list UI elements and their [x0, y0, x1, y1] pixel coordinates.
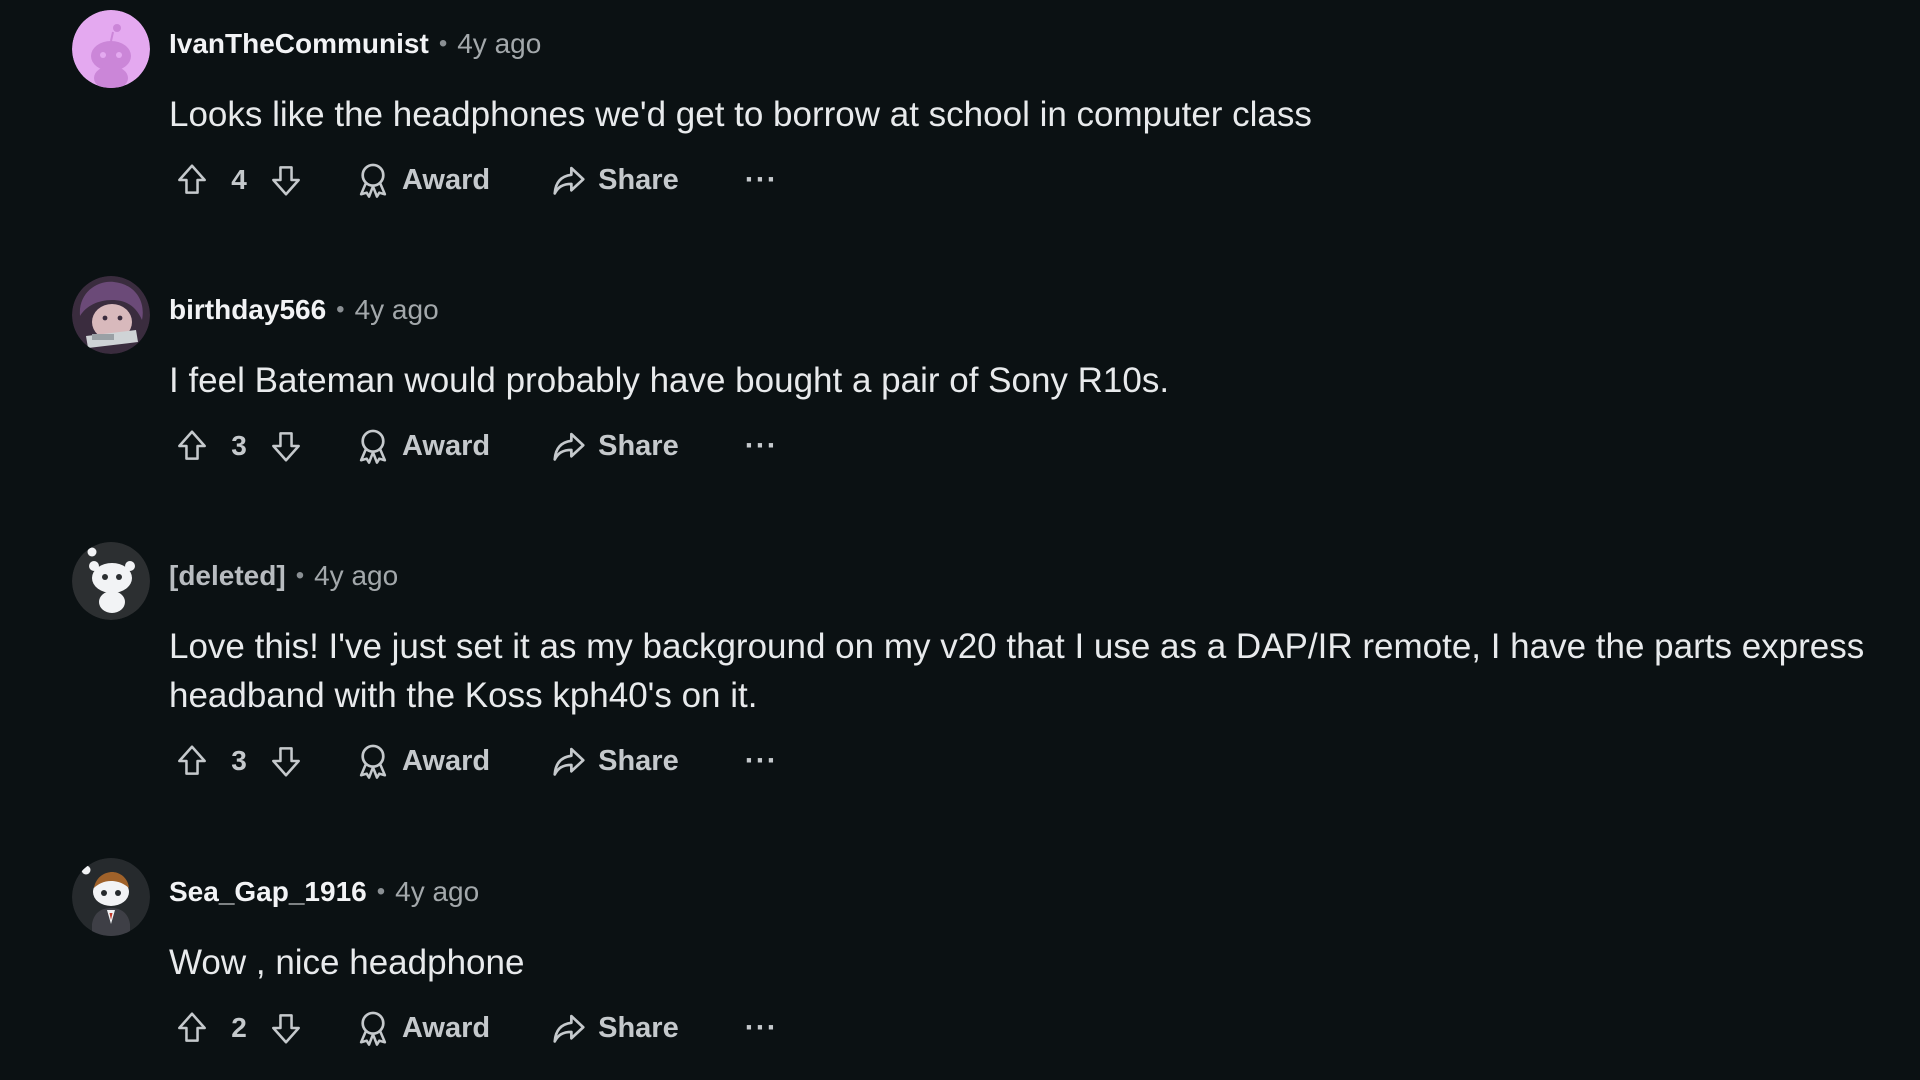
comment-meta: IvanTheCommunist • 4y ago	[169, 24, 541, 64]
user-avatar[interactable]	[72, 542, 150, 620]
comment-actions: 3 Award Share ···	[169, 421, 784, 471]
arrow-down-icon	[272, 166, 300, 196]
snoo-suit-avatar-icon	[72, 858, 150, 936]
deleted-snoo-avatar-icon	[72, 542, 150, 620]
downvote-button[interactable]	[263, 1005, 309, 1051]
upvote-button[interactable]	[169, 423, 215, 469]
share-button[interactable]: Share	[550, 1003, 679, 1053]
share-button[interactable]: Share	[550, 421, 679, 471]
upvote-button[interactable]	[169, 1005, 215, 1051]
username[interactable]: IvanTheCommunist	[169, 28, 429, 60]
comment-thread: IvanTheCommunist • 4y ago Looks like the…	[0, 0, 1920, 1080]
share-label: Share	[598, 163, 679, 196]
share-arrow-icon	[553, 166, 585, 195]
separator-dot: •	[295, 562, 305, 589]
timestamp[interactable]: 4y ago	[457, 28, 541, 60]
award-label: Award	[402, 1011, 491, 1044]
award-ribbon-icon	[359, 1011, 387, 1046]
timestamp[interactable]: 4y ago	[395, 876, 479, 908]
share-label: Share	[598, 429, 679, 462]
award-ribbon-icon	[359, 163, 387, 198]
username[interactable]: Sea_Gap_1916	[169, 876, 367, 908]
arrow-down-icon	[272, 432, 300, 462]
username: [deleted]	[169, 560, 286, 591]
user-avatar[interactable]	[72, 276, 150, 354]
upvote-button[interactable]	[169, 157, 215, 203]
share-button[interactable]: Share	[550, 736, 679, 786]
user-avatar[interactable]	[72, 10, 150, 88]
arrow-up-icon	[178, 1012, 206, 1042]
share-arrow-icon	[553, 747, 585, 776]
award-button[interactable]: Award	[354, 421, 490, 471]
comment-actions: 2 Award Share ···	[169, 1003, 784, 1053]
vote-score: 3	[231, 430, 247, 461]
comment-meta: birthday566 • 4y ago	[169, 290, 439, 330]
more-options-button[interactable]: ···	[739, 160, 784, 200]
arrow-down-icon	[272, 1014, 300, 1044]
downvote-button[interactable]	[263, 423, 309, 469]
more-options-button[interactable]: ···	[739, 426, 784, 466]
timestamp[interactable]: 4y ago	[314, 560, 398, 592]
vote-score: 2	[231, 1012, 247, 1043]
share-label: Share	[598, 744, 679, 777]
pink-snoo-avatar-icon	[72, 10, 150, 88]
comment-actions: 3 Award Share ···	[169, 736, 784, 786]
comment-text: Wow , nice headphone	[169, 943, 525, 982]
vote-score: 4	[231, 164, 247, 195]
comment-text: I feel Bateman would probably have bough…	[169, 361, 1170, 400]
comment-meta: [deleted] • 4y ago	[169, 556, 398, 596]
award-label: Award	[402, 429, 491, 462]
award-button[interactable]: Award	[354, 736, 490, 786]
arrow-down-icon	[272, 747, 300, 777]
vote-score: 3	[231, 745, 247, 776]
separator-dot: •	[438, 30, 448, 57]
award-ribbon-icon	[359, 744, 387, 779]
share-arrow-icon	[553, 1014, 585, 1043]
share-arrow-icon	[553, 432, 585, 461]
downvote-button[interactable]	[263, 738, 309, 784]
separator-dot: •	[376, 878, 386, 905]
award-label: Award	[402, 163, 491, 196]
award-ribbon-icon	[359, 429, 387, 464]
comment-meta: Sea_Gap_1916 • 4y ago	[169, 872, 479, 912]
username[interactable]: birthday566	[169, 294, 326, 326]
award-label: Award	[402, 744, 491, 777]
upvote-button[interactable]	[169, 738, 215, 784]
comment-actions: 4 Award Share ···	[169, 155, 784, 205]
separator-dot: •	[336, 296, 345, 323]
share-label: Share	[598, 1011, 679, 1044]
arrow-up-icon	[178, 745, 206, 775]
comment-text: Looks like the headphones we'd get to bo…	[169, 95, 1312, 134]
more-options-button[interactable]: ···	[739, 1008, 784, 1048]
comment-text: Love this! I've just set it as my backgr…	[169, 627, 1865, 715]
arrow-up-icon	[178, 164, 206, 194]
anime-character-avatar-icon	[72, 276, 150, 354]
arrow-up-icon	[178, 430, 206, 460]
share-button[interactable]: Share	[550, 155, 679, 205]
timestamp[interactable]: 4y ago	[355, 294, 439, 326]
award-button[interactable]: Award	[354, 1003, 490, 1053]
user-avatar[interactable]	[72, 858, 150, 936]
award-button[interactable]: Award	[354, 155, 490, 205]
more-options-button[interactable]: ···	[739, 741, 784, 781]
downvote-button[interactable]	[263, 157, 309, 203]
